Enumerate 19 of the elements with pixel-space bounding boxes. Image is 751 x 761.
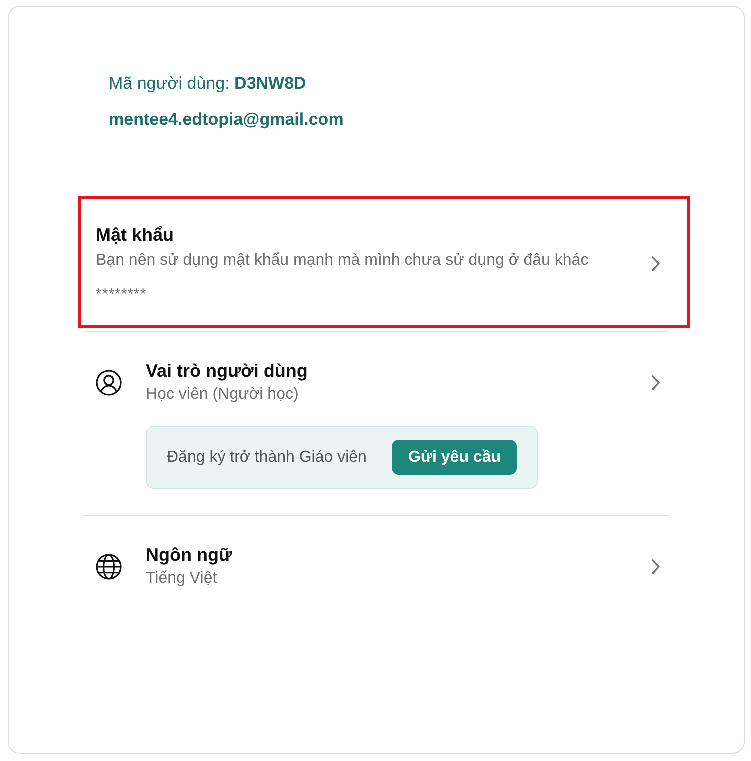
chevron-right-icon[interactable] [651, 375, 661, 391]
masked-password: ******** [96, 285, 147, 305]
user-email: mentee4.edtopia@gmail.com [109, 109, 345, 131]
setting-row[interactable]: Vai trò người dùng Học viên (Người học) Đăng ký trở thành Giáo viên Gửi yêu cầu [78, 332, 690, 512]
user-circle-icon [96, 370, 122, 396]
send-request-button[interactable]: Gửi yêu cầu [392, 440, 517, 475]
globe-icon [96, 554, 122, 580]
setting-description: Bạn nên sử dụng mật khẩu mạnh mà mình chưa sử dụng ở đâu khác [96, 251, 589, 271]
setting-row[interactable]: Ngôn ngữ Tiếng Việt [78, 516, 690, 614]
setting-title: Ngôn ngữ [146, 544, 232, 567]
user-code: Mã người dùng: D3NW8D [109, 73, 308, 95]
setting-title: Mật khẩu [96, 224, 174, 247]
chevron-right-icon[interactable] [651, 559, 661, 575]
chevron-right-icon[interactable] [651, 256, 661, 272]
request-label: Đăng ký trở thành Giáo viên [167, 448, 367, 466]
setting-title: Vai trò người dùng [146, 360, 308, 383]
highlighted-setting-row[interactable]: Mật khẩu Bạn nên sử dụng mật khẩu mạnh mà mình chưa sử dụng ở đâu khác ******** [78, 196, 690, 328]
setting-value: Tiếng Việt [146, 569, 218, 589]
setting-value: Học viên (Người học) [146, 385, 299, 405]
